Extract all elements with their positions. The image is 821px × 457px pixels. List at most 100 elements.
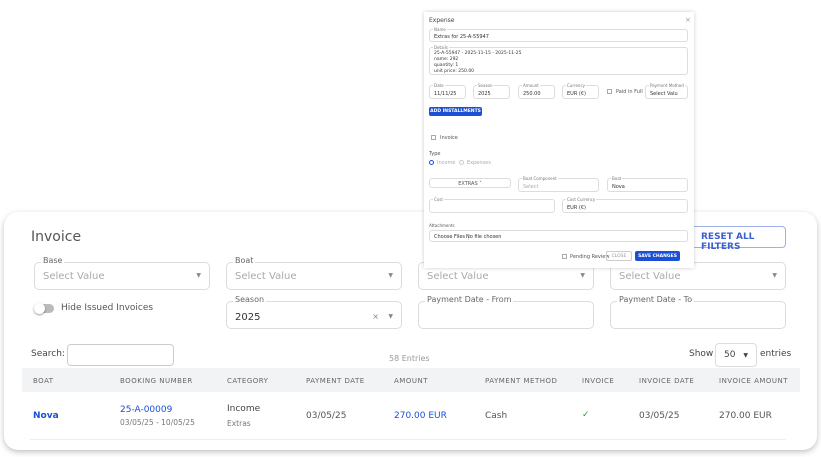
season-label-modal: Season <box>477 83 494 88</box>
boat-component-label: Boat Component <box>522 176 558 181</box>
page-title: Invoice <box>31 229 82 245</box>
amount-link[interactable]: 270.00 EUR <box>394 411 447 421</box>
row-divider <box>30 439 786 440</box>
payment-method-select[interactable]: Payment Method Select Valu <box>645 83 688 99</box>
subcategory: Extras <box>227 419 251 428</box>
boat-select[interactable]: Boat Select Value ▼ <box>226 256 402 290</box>
booking-link[interactable]: 25-A-00009 <box>120 405 172 415</box>
col-payment-date[interactable]: PAYMENT DATE <box>306 377 365 385</box>
cost-label: Cost <box>433 197 444 202</box>
col-amount[interactable]: AMOUNT <box>394 377 428 385</box>
cost-input[interactable]: Cost <box>429 197 555 213</box>
col-invoice[interactable]: INVOICE <box>582 377 614 385</box>
pending-review-label: Pending Review <box>570 254 610 260</box>
season-select[interactable]: Season 2025 × ▼ <box>226 295 402 329</box>
col-invoice-date[interactable]: INVOICE DATE <box>639 377 694 385</box>
cost-currency-select[interactable]: Cost Currency EUR (€) <box>562 197 688 213</box>
chevron-down-icon: ▼ <box>388 313 393 320</box>
base-select[interactable]: Base Select Value ▼ <box>34 256 210 290</box>
no-file-text: No file chosen <box>466 234 502 240</box>
modal-title: Expense <box>429 17 455 24</box>
chevron-down-icon: ▼ <box>580 272 585 279</box>
extras-value: EXTRAS ˅ <box>458 181 482 187</box>
paid-in-full-label: Paid in Full <box>616 89 643 95</box>
close-button[interactable]: CLOSE <box>606 251 632 261</box>
col-boat[interactable]: BOAT <box>33 377 54 385</box>
close-icon[interactable]: × <box>685 16 691 24</box>
expenses-radio[interactable] <box>459 160 464 165</box>
details-value: 25-A-55947 - 2025-11-15 - 2025-11-25 nam… <box>434 51 522 74</box>
payment-from-input[interactable]: Payment Date - From <box>418 295 594 329</box>
cost-currency-value: EUR (€) <box>567 205 586 211</box>
name-input[interactable]: Name Extras for 25-A-55947 <box>429 27 688 42</box>
save-changes-button[interactable]: SAVE CHANGES <box>635 251 680 261</box>
page-size-select[interactable]: 50 ▼ <box>715 343 757 367</box>
hide-issued-toggle[interactable] <box>34 303 54 314</box>
invoice-checkbox[interactable] <box>431 135 436 140</box>
date-label: Date <box>433 83 445 88</box>
type-label: Type <box>429 151 441 157</box>
col-payment-method[interactable]: PAYMENT METHOD <box>485 377 557 385</box>
search-input[interactable] <box>67 344 174 366</box>
choose-files-button[interactable]: Choose Files <box>434 234 470 240</box>
payment-method-label: Payment Method <box>649 83 685 88</box>
file-input[interactable]: Choose Files No file chosen <box>429 230 688 242</box>
col-invoice-amount[interactable]: INVOICE AMOUNT <box>719 377 788 385</box>
attachments-label: Attachments <box>429 223 455 228</box>
amount-value: 250.00 <box>523 91 541 97</box>
expense-modal: Expense × Name Extras for 25-A-55947 Deta… <box>424 12 694 268</box>
boat-value: Select Value <box>235 271 297 282</box>
paid-in-full-checkbox[interactable] <box>607 89 612 94</box>
add-installments-button[interactable]: ADD INSTALLMENTS <box>429 107 482 116</box>
details-label: Details <box>433 45 449 50</box>
currency-select[interactable]: Currency EUR (€) <box>562 83 599 99</box>
boat-link[interactable]: Nova <box>33 411 59 421</box>
currency-value: EUR (€) <box>567 91 586 97</box>
chevron-down-icon: ▼ <box>196 272 201 279</box>
payment-to-input[interactable]: Payment Date - To <box>610 295 786 329</box>
boat-value-modal: Nova <box>612 184 625 190</box>
entries-label: entries <box>760 349 792 359</box>
booking-dates: 03/05/25 - 10/05/25 <box>120 418 195 427</box>
season-label: Season <box>233 295 267 304</box>
search-label: Search: <box>31 349 65 359</box>
boat-label-modal: Boat <box>611 176 623 181</box>
extras-dropdown[interactable]: EXTRAS ˅ <box>429 178 511 188</box>
invoice-label: Invoice <box>440 135 458 141</box>
cost-currency-label: Cost Currency <box>566 197 597 202</box>
boat-select-modal[interactable]: Boat Nova <box>607 176 688 192</box>
hide-issued-label: Hide Issued Invoices <box>61 303 154 313</box>
chevron-down-icon: ▼ <box>743 352 748 359</box>
date-value: 11/11/25 <box>434 91 457 97</box>
boat-component-value: Select <box>523 184 539 190</box>
payment-method: Cash <box>485 411 508 421</box>
amount-input[interactable]: Amount 250.00 <box>518 83 555 99</box>
details-textarea[interactable]: Details 25-A-55947 - 2025-11-15 - 2025-11… <box>429 45 688 75</box>
reset-filters-button[interactable]: RESET ALL FILTERS <box>690 226 786 252</box>
expenses-label: Expenses <box>467 160 491 166</box>
name-label: Name <box>433 27 447 32</box>
col-booking-number[interactable]: BOOKING NUMBER <box>120 377 193 385</box>
col-category[interactable]: CATEGORY <box>227 377 268 385</box>
entries-count: 58 Entries <box>389 354 430 363</box>
boat-component-select[interactable]: Boat Component Select <box>518 176 599 192</box>
payment-date: 03/05/25 <box>306 411 347 421</box>
base-label: Base <box>41 256 65 265</box>
amount-label: Amount <box>522 83 540 88</box>
page-size-value: 50 <box>724 350 736 360</box>
season-value-modal: 2025 <box>478 91 491 97</box>
income-radio[interactable] <box>429 160 434 165</box>
toggle-knob <box>34 303 45 314</box>
check-icon: ✓ <box>582 410 590 420</box>
season-select-modal[interactable]: Season 2025 <box>473 83 510 99</box>
date-input[interactable]: Date 11/11/25 <box>429 83 466 99</box>
invoice-amount: 270.00 EUR <box>719 411 772 421</box>
season-value: 2025 <box>235 312 261 323</box>
payment-method-value: Select Valu <box>650 91 678 97</box>
pending-review-checkbox[interactable] <box>562 254 567 259</box>
filter4-value: Select Value <box>619 271 681 282</box>
name-value: Extras for 25-A-55947 <box>434 34 489 40</box>
clear-icon[interactable]: × <box>372 312 379 321</box>
filter3-value: Select Value <box>427 271 489 282</box>
base-value: Select Value <box>43 271 105 282</box>
